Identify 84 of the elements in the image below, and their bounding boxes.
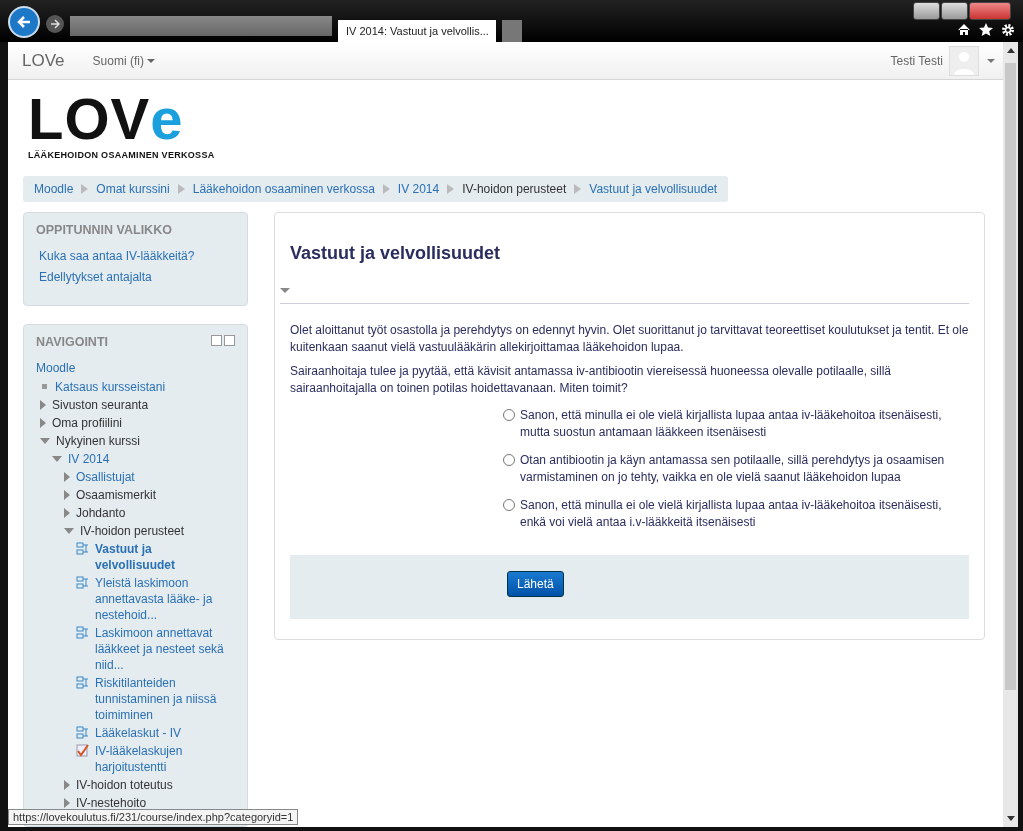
nav-item[interactable]: Katsaus kursseistani <box>55 379 166 395</box>
collapsed-arrow-icon[interactable] <box>40 418 46 428</box>
nav-item[interactable]: Osallistujat <box>76 469 135 485</box>
radio-button[interactable] <box>503 454 515 466</box>
scroll-up-icon[interactable] <box>1006 48 1015 53</box>
lesson-link[interactable]: Edellytykset antajalta <box>39 270 235 284</box>
expanded-arrow-icon[interactable] <box>64 528 74 534</box>
radio-button[interactable] <box>503 499 515 511</box>
collapsed-arrow-icon[interactable] <box>64 490 70 500</box>
separator-icon <box>382 184 390 194</box>
lesson-icon <box>76 576 89 589</box>
lesson-icon <box>76 542 89 555</box>
settings-icon[interactable] <box>1001 23 1015 37</box>
bullet-icon <box>42 384 47 389</box>
panel-title: NAVIGOINTI <box>36 335 108 349</box>
nav-item[interactable]: Osaamismerkit <box>76 487 156 503</box>
nav-item[interactable]: Oma profiilini <box>52 415 123 431</box>
back-button[interactable] <box>8 6 40 38</box>
separator-icon <box>81 184 89 194</box>
collapse-arrow-icon[interactable] <box>280 288 290 293</box>
expanded-arrow-icon[interactable] <box>52 456 62 462</box>
answer-option[interactable]: Sanon, että minulla ei ole vielä kirjallista lupaa antaa iv-lääkehoitoa itsenäisesti, mutta suostun antamaan lääkkeen itsenäisesti <box>520 407 969 441</box>
answer-option[interactable]: Sanon, että minulla ei ole vielä kirjallista lupaa antaa iv-lääkehoitoa itsenäisesti, enkä voi vielä antaa i.v-lääkkeitä itsenäisesti <box>520 497 969 531</box>
nav-item[interactable]: Lääkelaskut - IV <box>95 725 182 741</box>
lesson-icon <box>76 726 89 739</box>
maximize-button[interactable] <box>941 2 968 20</box>
scroll-down-icon[interactable] <box>1006 816 1015 821</box>
breadcrumb-item: IV-hoidon perusteet <box>462 182 567 196</box>
nav-item[interactable]: IV-hoidon perusteet <box>80 523 185 539</box>
separator-icon <box>574 184 582 194</box>
submit-button[interactable]: Lähetä <box>507 571 564 597</box>
collapsed-arrow-icon[interactable] <box>40 400 46 410</box>
question-text: Sairaanhoitaja tulee ja pyytää, että kävisit antamassa iv-antibiootin viereisessä huoneessa olevalle potilaalle, sillä sairaanhoitajalla on toinen potilas hoidettavanaan. Miten toimit? <box>290 363 892 397</box>
nav-item[interactable]: Riskitilanteiden tunnistaminen ja niissä toimiminen <box>95 675 235 723</box>
user-name[interactable]: Testi Testi <box>890 53 943 68</box>
page-title: Vastuut ja velvollisuudet <box>290 243 502 264</box>
lesson-link[interactable]: Kuka saa antaa IV-lääkkeitä? <box>39 249 235 263</box>
collapsed-arrow-icon[interactable] <box>64 508 70 518</box>
language-menu[interactable]: Suomi (fi) <box>92 53 144 68</box>
lesson-icon <box>76 676 89 689</box>
nav-item[interactable]: Johdanto <box>76 505 126 521</box>
breadcrumb-item[interactable]: Omat kurssini <box>96 182 170 196</box>
forward-button[interactable] <box>46 15 64 33</box>
nav-item[interactable]: Vastuut ja velvollisuudet <box>95 541 235 573</box>
dock-icon[interactable] <box>224 335 235 346</box>
forward-arrow-icon[interactable] <box>50 19 60 29</box>
separator-icon <box>447 184 455 194</box>
nav-item[interactable]: Nykyinen kurssi <box>56 433 141 449</box>
status-url: https://lovekoulutus.fi/231/course/index.php?categoryid=1 <box>8 809 299 825</box>
collapsed-arrow-icon[interactable] <box>64 472 70 482</box>
scrollbar[interactable] <box>1003 42 1018 827</box>
nav-item[interactable]: Yleistä laskimoon annettavasta lääke- ja nestehoid... <box>95 575 235 623</box>
breadcrumb-item[interactable]: Lääkehoidon osaaminen verkossa <box>192 182 375 196</box>
breadcrumb-item[interactable]: Moodle <box>34 182 74 196</box>
close-button[interactable] <box>969 2 1011 20</box>
back-arrow-icon[interactable] <box>16 14 32 30</box>
nav-item[interactable]: IV-hoidon toteutus <box>76 777 173 793</box>
collapse-icon[interactable] <box>211 335 222 346</box>
home-icon[interactable] <box>957 23 971 36</box>
breadcrumb-item[interactable]: IV 2014 <box>397 182 440 196</box>
panel-title: OPPITUNNIN VALIKKO <box>36 223 173 237</box>
answer-option[interactable]: Otan antibiootin ja käyn antamassa sen potilaalle, sillä perehdytys ja osaamisen varmistaminen on jo tehty, vaikka en ole vielä saanut lääkehoidon lupaa <box>520 452 969 486</box>
nav-item[interactable]: IV-lääkelaskujen harjoitustentti <box>95 743 235 775</box>
address-field[interactable] <box>70 16 332 36</box>
breadcrumb-item[interactable]: Vastuut ja velvollisuudet <box>589 182 718 196</box>
radio-button[interactable] <box>503 409 515 421</box>
nav-item[interactable]: Sivuston seuranta <box>52 397 149 413</box>
nav-item[interactable]: IV-nestehoito <box>76 795 147 811</box>
star-icon[interactable] <box>979 23 993 36</box>
lesson-icon <box>76 626 89 639</box>
caret-icon[interactable] <box>146 58 155 63</box>
site-name[interactable]: LOVe <box>22 50 65 71</box>
collapsed-arrow-icon[interactable] <box>64 780 70 790</box>
separator-icon <box>177 184 185 194</box>
checkmark-icon <box>76 744 89 757</box>
question-text: Olet aloittanut työt osastolla ja perehdytys on edennyt hyvin. Olet suorittanut jo tarvittavat teoreettiset koulutukset ja tentit. Et ole kuitenkaan saanut vielä vastuulääkärin allekirjoittamaa lääkehoidon lupaa. <box>290 322 969 356</box>
nav-item[interactable]: IV 2014 <box>68 451 110 467</box>
scrollbar-thumb[interactable] <box>1005 63 1016 690</box>
caret-icon[interactable] <box>987 58 995 63</box>
expanded-arrow-icon[interactable] <box>40 438 50 444</box>
nav-item[interactable]: Moodle <box>36 361 235 375</box>
browser-tab[interactable]: IV 2014: Vastuut ja velvollis... <box>338 20 496 42</box>
minimize-button[interactable] <box>913 2 940 20</box>
nav-item[interactable]: Laskimoon annettavat lääkkeet ja nesteet sekä niid... <box>95 625 235 673</box>
